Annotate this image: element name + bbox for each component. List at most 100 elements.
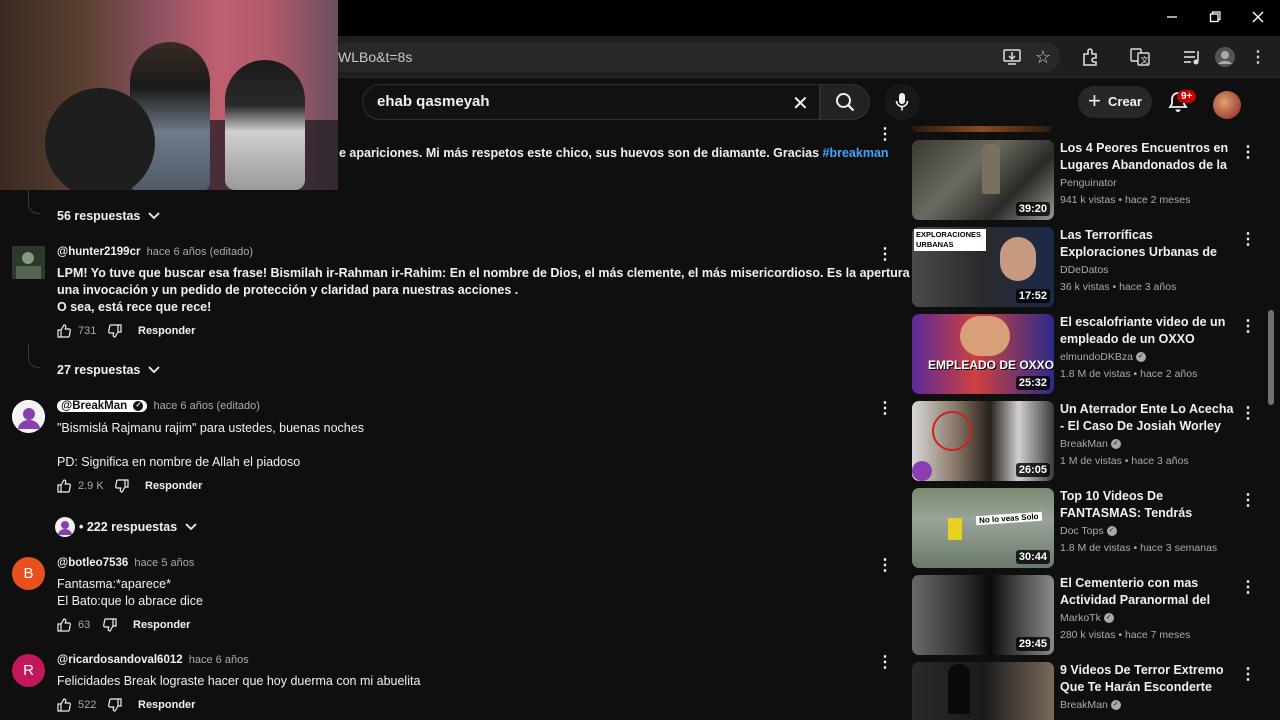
- partial-comment-text: e apariciones. Mi más respetos este chic…: [339, 145, 889, 162]
- video-channel[interactable]: Doc Tops ✓: [1060, 525, 1117, 537]
- browser-menu-icon[interactable]: ⋮: [1246, 45, 1270, 69]
- video-title[interactable]: Las Terroríficas Exploraciones Urbanas d…: [1060, 227, 1238, 261]
- close-button[interactable]: [1236, 0, 1280, 34]
- like-count: 522: [78, 699, 97, 711]
- account-avatar[interactable]: [1213, 91, 1241, 119]
- comment-author[interactable]: @botleo7536: [57, 557, 128, 569]
- comment-author[interactable]: @hunter2199cr: [57, 246, 140, 258]
- video-menu-icon[interactable]: ⋮: [1240, 577, 1256, 597]
- video-menu-icon[interactable]: ⋮: [1240, 403, 1256, 423]
- video-channel[interactable]: elmundoDKBza ✓: [1060, 351, 1146, 363]
- dislike-icon[interactable]: [108, 698, 122, 712]
- like-icon[interactable]: [57, 324, 71, 338]
- video-title[interactable]: 9 Videos De Terror Extremo Que Te Harán …: [1060, 662, 1238, 696]
- dislike-icon[interactable]: [115, 479, 129, 493]
- media-controls-icon[interactable]: [1180, 45, 1204, 69]
- video-thumbnail[interactable]: No lo veas Solo 30:44: [912, 488, 1054, 568]
- comment-menu-icon[interactable]: ⋮: [877, 398, 893, 418]
- video-card[interactable]: 39:20 Los 4 Peores Encuentros en Lugares…: [910, 140, 1260, 222]
- video-title[interactable]: Un Aterrador Ente Lo Acecha - El Caso De…: [1060, 401, 1238, 435]
- comment-menu-icon[interactable]: ⋮: [877, 244, 893, 264]
- replies-toggle[interactable]: 56 respuestas: [57, 209, 161, 223]
- video-title[interactable]: El Cementerio con mas Actividad Paranorm…: [1060, 575, 1238, 609]
- profile-icon[interactable]: [1213, 45, 1237, 69]
- video-thumbnail[interactable]: EMPLEADO DE OXXO 25:32: [912, 314, 1054, 394]
- comment-author[interactable]: @ricardosandoval6012: [57, 654, 183, 666]
- commenter-avatar[interactable]: [12, 246, 45, 279]
- channel-name: MarkoTk: [1060, 612, 1101, 624]
- clear-search-icon[interactable]: ✕: [792, 91, 809, 116]
- dislike-icon[interactable]: [108, 324, 122, 338]
- video-card[interactable]: 29:45 El Cementerio con mas Actividad Pa…: [910, 575, 1260, 657]
- svg-text:文: 文: [1141, 55, 1149, 65]
- url-field[interactable]: WLBo&t=8s: [330, 42, 1060, 72]
- video-menu-icon[interactable]: ⋮: [1240, 142, 1256, 162]
- scrollbar-thumb[interactable]: [1268, 310, 1274, 405]
- like-icon[interactable]: [57, 698, 71, 712]
- hashtag-link[interactable]: #breakman: [823, 146, 889, 160]
- channel-name: BreakMan: [1060, 699, 1108, 711]
- install-app-icon[interactable]: [1000, 45, 1024, 69]
- search-button[interactable]: [820, 84, 870, 120]
- search-input[interactable]: ehab qasmeyah: [362, 84, 820, 120]
- video-card[interactable]: 26:05 Un Aterrador Ente Lo Acecha - El C…: [910, 401, 1260, 483]
- reply-button[interactable]: Responder: [138, 325, 195, 337]
- chevron-down-icon: [148, 366, 161, 374]
- commenter-avatar[interactable]: [12, 400, 45, 433]
- video-title[interactable]: El escalofriante video de un empleado de…: [1060, 314, 1238, 348]
- comment-menu-icon[interactable]: ⋮: [877, 555, 893, 575]
- video-channel[interactable]: MarkoTk ✓: [1060, 612, 1114, 624]
- like-icon[interactable]: [57, 479, 71, 493]
- restore-button[interactable]: [1193, 0, 1237, 34]
- reply-button[interactable]: Responder: [145, 480, 202, 492]
- comment-menu-icon[interactable]: ⋮: [877, 652, 893, 672]
- reply-button[interactable]: Responder: [138, 699, 195, 711]
- video-card[interactable]: 9 Videos De Terror Extremo Que Te Harán …: [910, 662, 1260, 720]
- video-thumbnail[interactable]: 29:45: [912, 575, 1054, 655]
- reply-button[interactable]: Responder: [133, 619, 190, 631]
- replies-toggle[interactable]: 27 respuestas: [57, 363, 161, 377]
- video-menu-icon[interactable]: ⋮: [1240, 229, 1256, 249]
- video-card[interactable]: No lo veas Solo 30:44 Top 10 Videos De F…: [910, 488, 1260, 570]
- video-channel[interactable]: BreakMan ✓: [1060, 438, 1121, 450]
- voice-search-button[interactable]: [884, 84, 920, 120]
- video-menu-icon[interactable]: ⋮: [1240, 490, 1256, 510]
- video-menu-icon[interactable]: ⋮: [1240, 664, 1256, 684]
- comment-actions: 63 Responder: [57, 618, 190, 632]
- comment-time: hace 6 años (editado): [153, 400, 260, 412]
- replies-count: • 222 respuestas: [79, 520, 178, 534]
- video-title[interactable]: Top 10 Videos De FANTASMAS: Tendrás PESA…: [1060, 488, 1238, 522]
- video-meta: 280 k vistas • hace 7 meses: [1060, 629, 1191, 641]
- video-card[interactable]: EXPLORACIONES URBANAS 17:52 Las Terroríf…: [910, 227, 1260, 309]
- comment-text-line: LPM! Yo tuve que buscar esa frase! Bismi…: [57, 266, 993, 280]
- dislike-icon[interactable]: [103, 618, 117, 632]
- comment-time: hace 5 años: [134, 557, 195, 569]
- commenter-avatar[interactable]: R: [12, 654, 45, 687]
- comment-menu-icon[interactable]: ⋮: [877, 124, 893, 144]
- webcam-person: [45, 88, 155, 190]
- video-menu-icon[interactable]: ⋮: [1240, 316, 1256, 336]
- video-channel[interactable]: BreakMan ✓: [1060, 699, 1121, 711]
- translate-icon[interactable]: 文: [1128, 45, 1152, 69]
- video-thumbnail[interactable]: EXPLORACIONES URBANAS 17:52: [912, 227, 1054, 307]
- video-thumbnail[interactable]: [912, 662, 1054, 720]
- extensions-icon[interactable]: [1078, 45, 1102, 69]
- video-title[interactable]: Los 4 Peores Encuentros en Lugares Aband…: [1060, 140, 1238, 174]
- creator-handle-pill[interactable]: @BreakMan ✓: [57, 400, 148, 412]
- bookmark-star-icon[interactable]: ☆: [1031, 45, 1055, 69]
- commenter-avatar[interactable]: B: [12, 557, 45, 590]
- chevron-down-icon: [185, 523, 197, 531]
- video-channel[interactable]: Penguinator: [1060, 177, 1117, 189]
- thumbnail-face: [1000, 237, 1036, 281]
- like-icon[interactable]: [57, 618, 71, 632]
- create-button[interactable]: + Crear: [1078, 86, 1152, 118]
- video-channel[interactable]: DDeDatos: [1060, 264, 1108, 276]
- video-card[interactable]: EMPLEADO DE OXXO 25:32 El escalofriante …: [910, 314, 1260, 396]
- video-thumbnail[interactable]: 26:05: [912, 401, 1054, 481]
- replies-toggle[interactable]: • 222 respuestas: [55, 517, 197, 537]
- minimize-button[interactable]: [1150, 0, 1194, 34]
- microphone-icon: [895, 93, 909, 111]
- thumbnail-figure: [948, 664, 970, 714]
- video-thumbnail[interactable]: 39:20: [912, 140, 1054, 220]
- creator-reply-avatar: [55, 517, 75, 537]
